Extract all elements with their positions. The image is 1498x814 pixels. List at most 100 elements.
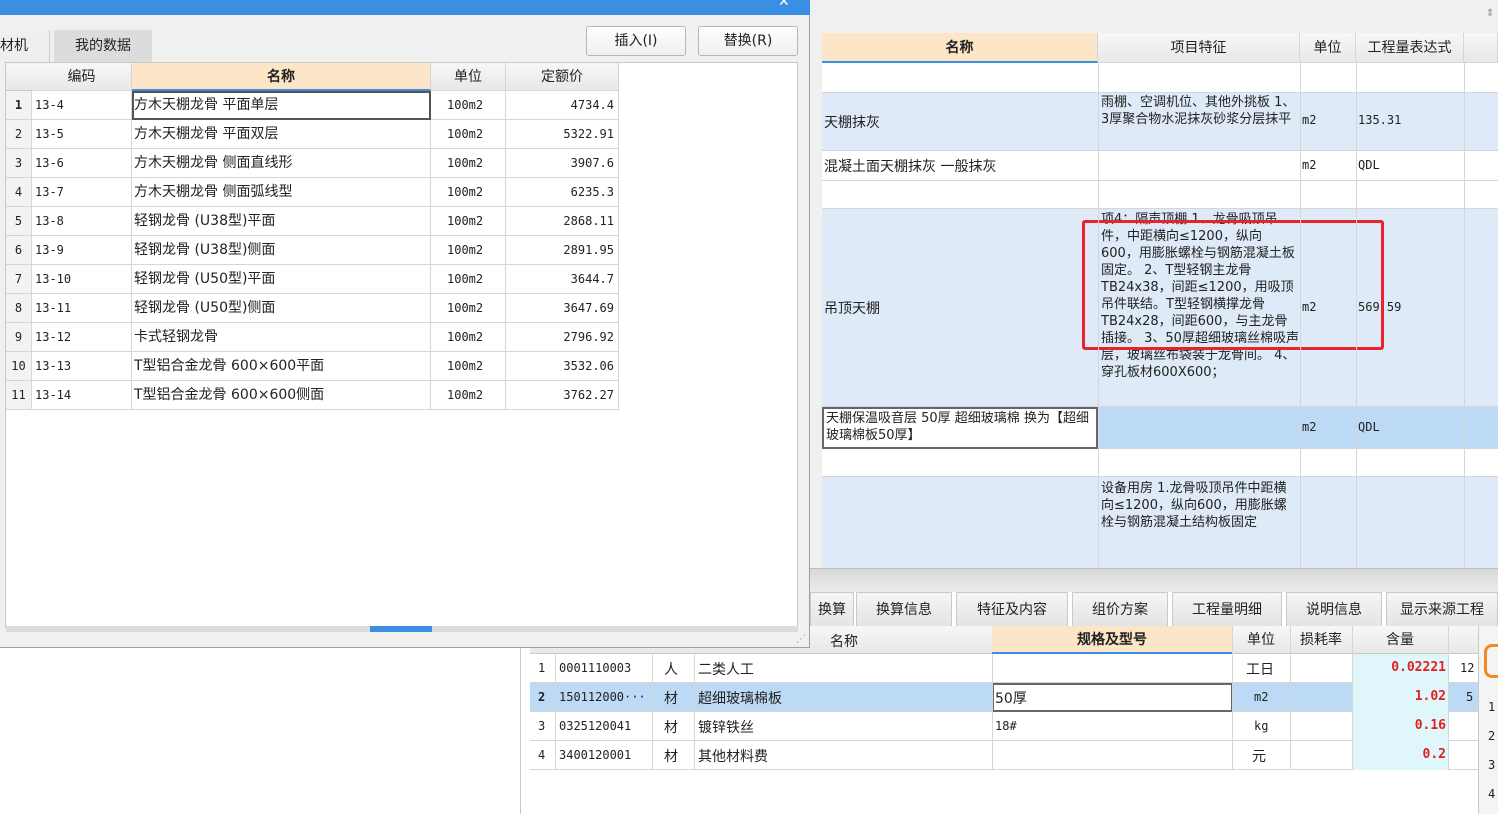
col-header-unit[interactable]: 单位: [1300, 33, 1356, 63]
col-header-qty-expr[interactable]: 工程量表达式: [1356, 33, 1464, 63]
row-price[interactable]: 2868.11: [506, 207, 619, 236]
side-panel-icon[interactable]: [1484, 644, 1498, 678]
bottom-col-unit[interactable]: 单位: [1232, 626, 1290, 654]
row-name[interactable]: T型铝合金龙骨 600×600平面: [132, 352, 431, 381]
row-price[interactable]: 3907.6: [506, 149, 619, 178]
row-code[interactable]: 13-11: [32, 294, 132, 323]
row-code[interactable]: 13-6: [32, 149, 132, 178]
row-number[interactable]: 4: [6, 178, 32, 207]
row-code[interactable]: 13-7: [32, 178, 132, 207]
row-name[interactable]: 轻钢龙骨 (U50型)平面: [132, 265, 431, 294]
bottom-vline: [1232, 626, 1233, 770]
row-name[interactable]: T型铝合金龙骨 600×600侧面: [132, 381, 431, 410]
replace-button[interactable]: 替换(R): [698, 26, 798, 56]
row-a-feature: 雨棚、空调机位、其他外挑板 1、3厚聚合物水泥抹灰砂浆分层抹平: [1101, 95, 1296, 127]
row-number[interactable]: 3: [6, 149, 32, 178]
row-unit[interactable]: 100m2: [431, 120, 506, 149]
tab-description[interactable]: 说明信息: [1286, 592, 1382, 626]
dialog-title-bar[interactable]: [0, 0, 810, 15]
bottom-col-loss[interactable]: 损耗率: [1290, 626, 1352, 654]
row-code[interactable]: 13-8: [32, 207, 132, 236]
tab-my-data[interactable]: 我的数据: [54, 30, 152, 62]
row-price[interactable]: 3647.69: [506, 294, 619, 323]
row-unit[interactable]: 100m2: [431, 294, 506, 323]
bottom-row-unit: m2: [1254, 690, 1269, 704]
row-code[interactable]: 13-12: [32, 323, 132, 352]
right-row-empty-2[interactable]: [822, 181, 1498, 209]
col-unit[interactable]: 单位: [431, 63, 506, 91]
row-price[interactable]: 3762.27: [506, 381, 619, 410]
tab-materials[interactable]: 材机: [0, 30, 50, 62]
col-name[interactable]: 名称: [132, 63, 431, 91]
row-number[interactable]: 7: [6, 265, 32, 294]
row-number[interactable]: 11: [6, 381, 32, 410]
row-price[interactable]: 3644.7: [506, 265, 619, 294]
row-code[interactable]: 13-10: [32, 265, 132, 294]
row-number[interactable]: 5: [6, 207, 32, 236]
col-header-name[interactable]: 名称: [822, 33, 1098, 63]
row-name[interactable]: 轻钢龙骨 (U38型)侧面: [132, 236, 431, 265]
tab-conversion[interactable]: 换算: [810, 592, 854, 626]
row-unit[interactable]: 100m2: [431, 207, 506, 236]
splitter[interactable]: [810, 568, 1498, 592]
row-name[interactable]: 方木天棚龙骨 平面双层: [132, 120, 431, 149]
row-number[interactable]: 9: [6, 323, 32, 352]
scroll-arrows-icon[interactable]: ⇕: [1486, 8, 1494, 19]
resize-grip-icon[interactable]: ⋰: [796, 634, 806, 645]
row-code[interactable]: 13-5: [32, 120, 132, 149]
row-unit[interactable]: 100m2: [431, 323, 506, 352]
row-code[interactable]: 13-14: [32, 381, 132, 410]
row-name[interactable]: 卡式轻钢龙骨: [132, 323, 431, 352]
row-unit[interactable]: 100m2: [431, 381, 506, 410]
col-header-more[interactable]: [1464, 33, 1498, 63]
row-unit[interactable]: 100m2: [431, 178, 506, 207]
bottom-col-qty[interactable]: 含量: [1352, 626, 1448, 654]
row-name[interactable]: 方木天棚龙骨 侧面弧线型: [132, 178, 431, 207]
row-price[interactable]: 5322.91: [506, 120, 619, 149]
col-header-feature[interactable]: 项目特征: [1098, 33, 1300, 63]
row-unit[interactable]: 100m2: [431, 265, 506, 294]
bottom-row-code: 3400120001: [559, 748, 632, 762]
row-price[interactable]: 2796.92: [506, 323, 619, 352]
row-price[interactable]: 3532.06: [506, 352, 619, 381]
row-number[interactable]: 8: [6, 294, 32, 323]
tab-conversion-info[interactable]: 换算信息: [856, 592, 952, 626]
scrollbar-thumb[interactable]: [370, 626, 432, 632]
row-code[interactable]: 13-4: [32, 91, 132, 120]
insert-button[interactable]: 插入(I): [586, 26, 686, 56]
row-price[interactable]: 2891.95: [506, 236, 619, 265]
tab-show-source[interactable]: 显示来源工程: [1386, 592, 1498, 626]
bottom-row-type: 材: [664, 691, 678, 707]
tab-pricing-scheme[interactable]: 组价方案: [1072, 592, 1168, 626]
row-name[interactable]: 轻钢龙骨 (U38型)平面: [132, 207, 431, 236]
right-row-empty-3[interactable]: [822, 449, 1498, 477]
bottom-col-spec[interactable]: 规格及型号: [992, 626, 1232, 654]
row-number[interactable]: 6: [6, 236, 32, 265]
spec-cell-selected[interactable]: [992, 683, 1233, 712]
tab-quantity-detail[interactable]: 工程量明细: [1172, 592, 1282, 626]
col-code[interactable]: 编码: [32, 63, 132, 91]
right-row-empty-1[interactable]: [822, 63, 1498, 93]
row-unit[interactable]: 100m2: [431, 352, 506, 381]
bottom-row-qty: 0.16: [1414, 718, 1446, 733]
row-unit[interactable]: 100m2: [431, 91, 506, 120]
row-number[interactable]: 2: [6, 120, 32, 149]
tab-features[interactable]: 特征及内容: [956, 592, 1068, 626]
row-code[interactable]: 13-13: [32, 352, 132, 381]
bottom-col-name[interactable]: 名称: [830, 631, 858, 651]
row-price[interactable]: 6235.3: [506, 178, 619, 207]
close-icon[interactable]: ✕: [778, 0, 790, 10]
row-unit[interactable]: 100m2: [431, 236, 506, 265]
bottom-row-qty: 0.02221: [1391, 660, 1446, 675]
row-number[interactable]: 1: [6, 91, 32, 120]
row-a-qty: 135.31: [1358, 113, 1402, 127]
col-price[interactable]: 定额价: [506, 63, 619, 91]
row-code[interactable]: 13-9: [32, 236, 132, 265]
row-name[interactable]: 方木天棚龙骨 侧面直线形: [132, 149, 431, 178]
row-number[interactable]: 10: [6, 352, 32, 381]
selected-name-cell[interactable]: [132, 91, 431, 120]
row-name[interactable]: 轻钢龙骨 (U50型)侧面: [132, 294, 431, 323]
bottom-vline: [1290, 626, 1291, 770]
row-unit[interactable]: 100m2: [431, 149, 506, 178]
row-price[interactable]: 4734.4: [506, 91, 619, 120]
